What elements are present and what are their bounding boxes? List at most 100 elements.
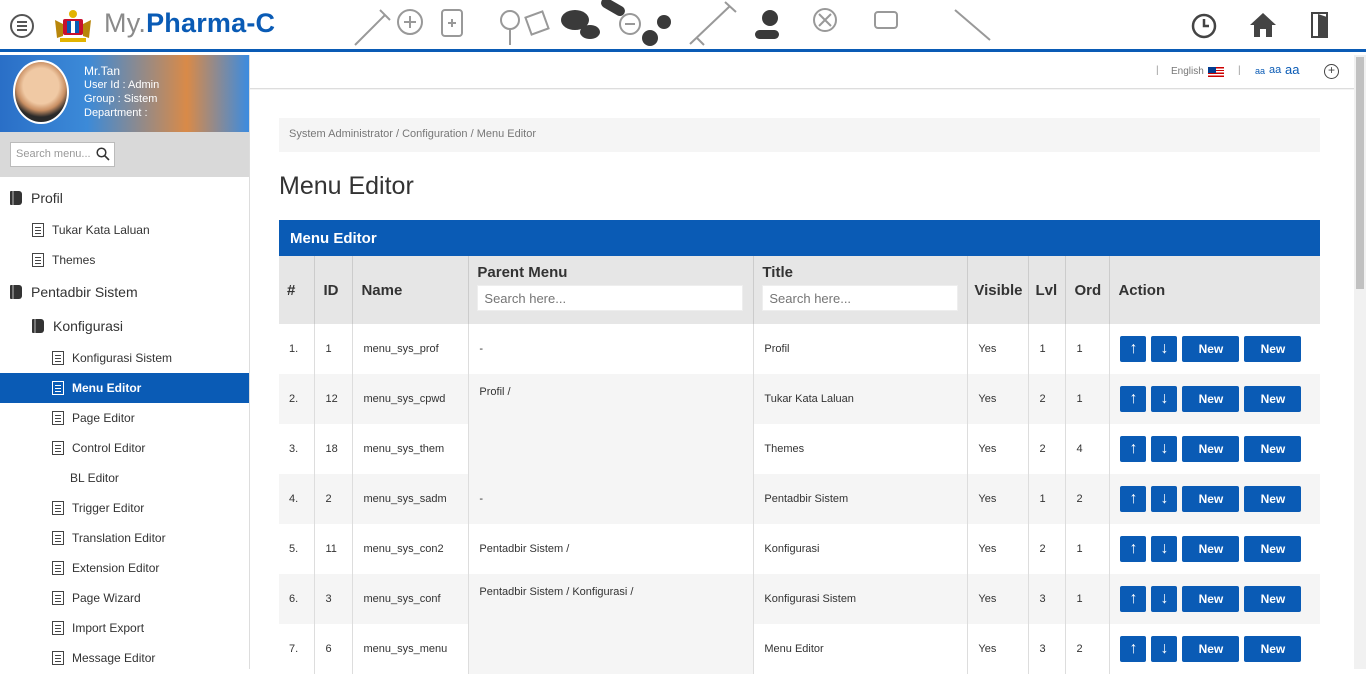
cell-action: ↑ ↓ New New <box>1109 474 1320 524</box>
move-down-button[interactable]: ↓ <box>1151 386 1178 412</box>
new-button[interactable]: New <box>1182 436 1240 462</box>
language-selector[interactable]: English <box>1171 66 1204 77</box>
cell-visible: Yes <box>967 574 1030 624</box>
document-icon <box>52 621 64 635</box>
move-up-button[interactable]: ↑ <box>1120 386 1147 412</box>
move-down-button[interactable]: ↓ <box>1151 436 1178 462</box>
logout-door-icon[interactable] <box>1305 10 1335 40</box>
move-up-button[interactable]: ↑ <box>1120 536 1147 562</box>
move-up-button[interactable]: ↑ <box>1120 636 1147 662</box>
sidebar-item-extension-editor[interactable]: Extension Editor <box>0 553 249 583</box>
new-button[interactable]: New <box>1182 336 1240 362</box>
new-child-button[interactable]: New <box>1244 436 1302 462</box>
sidebar-item-konfigurasi[interactable]: Konfigurasi <box>0 309 249 343</box>
sidebar-item-label: Page Wizard <box>72 591 141 605</box>
search-menu-input[interactable]: Search menu... <box>10 142 115 167</box>
menu-table: # ID Name Parent Menu Title Visible Lvl <box>279 256 1320 674</box>
sidebar-item-tukar-kata-laluan[interactable]: Tukar Kata Laluan <box>0 215 249 245</box>
user-name: Mr.Tan <box>84 64 121 78</box>
new-child-button[interactable]: New <box>1244 586 1302 612</box>
sidebar-item-konfigurasi-sistem[interactable]: Konfigurasi Sistem <box>0 343 249 373</box>
cell-id: 11 <box>314 524 354 574</box>
new-button[interactable]: New <box>1182 636 1240 662</box>
cell-num: 3. <box>279 424 316 474</box>
move-down-button[interactable]: ↓ <box>1151 486 1178 512</box>
col-ord: Ord <box>1065 256 1111 324</box>
sidebar-item-menu-editor[interactable]: Menu Editor <box>0 373 249 403</box>
font-size-medium[interactable]: aa <box>1269 64 1281 76</box>
new-child-button[interactable]: New <box>1244 336 1302 362</box>
new-button[interactable]: New <box>1182 486 1240 512</box>
move-down-button[interactable]: ↓ <box>1151 586 1178 612</box>
sidebar-item-label: Menu Editor <box>72 381 142 395</box>
sidebar-item-bl-editor[interactable]: BL Editor <box>0 463 249 493</box>
move-up-button[interactable]: ↑ <box>1120 436 1147 462</box>
sidebar-item-trigger-editor[interactable]: Trigger Editor <box>0 493 249 523</box>
sidebar-item-label: Message Editor <box>72 651 156 665</box>
new-child-button[interactable]: New <box>1244 486 1302 512</box>
sidebar-item-page-editor[interactable]: Page Editor <box>0 403 249 433</box>
cell-ord: 1 <box>1065 324 1111 374</box>
cell-lvl: 2 <box>1028 424 1067 474</box>
title-search-input[interactable] <box>762 285 959 311</box>
font-size-large[interactable]: aa <box>1285 62 1299 77</box>
col-parent-menu: Parent Menu <box>468 256 755 324</box>
move-up-button[interactable]: ↑ <box>1120 336 1147 362</box>
sidebar-item-import-export[interactable]: Import Export <box>0 613 249 643</box>
document-icon <box>52 441 64 455</box>
sidebar-item-profil[interactable]: Profil <box>0 181 249 215</box>
sidebar-item-page-wizard[interactable]: Page Wizard <box>0 583 249 613</box>
cell-title: Menu Editor <box>753 624 969 674</box>
main-area: | English | aa aa aa + System Administra… <box>250 55 1366 674</box>
font-size-small[interactable]: aa <box>1255 66 1265 76</box>
scrollbar[interactable] <box>1354 55 1366 669</box>
new-button[interactable]: New <box>1182 386 1240 412</box>
new-child-button[interactable]: New <box>1244 636 1302 662</box>
cell-visible: Yes <box>967 374 1030 424</box>
move-up-button[interactable]: ↑ <box>1120 486 1147 512</box>
sidebar-item-themes[interactable]: Themes <box>0 245 249 275</box>
history-clock-icon[interactable] <box>1189 11 1219 41</box>
language-bar: | English | aa aa aa + <box>250 55 1354 89</box>
document-icon <box>52 501 64 515</box>
sidebar-item-pentadbir-sistem[interactable]: Pentadbir Sistem <box>0 275 249 309</box>
sidebar-item-label: Control Editor <box>72 441 146 455</box>
move-down-button[interactable]: ↓ <box>1151 636 1178 662</box>
sidebar-item-label: Konfigurasi <box>53 318 124 334</box>
scrollbar-thumb[interactable] <box>1356 57 1364 289</box>
user-id: User Id : Admin <box>84 79 160 91</box>
sidebar-item-control-editor[interactable]: Control Editor <box>0 433 249 463</box>
col-name: Name <box>352 256 470 324</box>
document-icon <box>52 411 64 425</box>
new-button[interactable]: New <box>1182 586 1240 612</box>
new-button[interactable]: New <box>1182 536 1240 562</box>
add-circle-icon[interactable]: + <box>1324 64 1339 79</box>
document-icon <box>52 381 64 395</box>
parent-menu-search-input[interactable] <box>477 285 744 311</box>
menu-toggle-icon[interactable] <box>10 14 34 38</box>
user-group: Group : Sistem <box>84 93 158 105</box>
new-child-button[interactable]: New <box>1244 536 1302 562</box>
cell-action: ↑ ↓ New New <box>1109 524 1320 574</box>
cell-id: 18 <box>314 424 354 474</box>
cell-action: ↑ ↓ New New <box>1109 624 1320 674</box>
new-child-button[interactable]: New <box>1244 386 1302 412</box>
cell-ord: 1 <box>1065 524 1111 574</box>
cell-num: 5. <box>279 524 316 574</box>
move-down-button[interactable]: ↓ <box>1151 336 1178 362</box>
avatar <box>13 60 69 124</box>
cell-name: menu_sys_prof <box>352 324 470 374</box>
cell-title: Konfigurasi <box>753 524 969 574</box>
home-icon[interactable] <box>1248 10 1278 40</box>
search-icon[interactable] <box>96 147 110 161</box>
cell-visible: Yes <box>967 624 1030 674</box>
user-profile-card: Mr.Tan User Id : Admin Group : Sistem De… <box>0 55 249 132</box>
us-flag-icon[interactable] <box>1208 67 1224 77</box>
cell-action: ↑ ↓ New New <box>1109 424 1320 474</box>
sidebar-item-translation-editor[interactable]: Translation Editor <box>0 523 249 553</box>
move-up-button[interactable]: ↑ <box>1120 586 1147 612</box>
cell-title: Themes <box>753 424 969 474</box>
cell-action: ↑ ↓ New New <box>1109 374 1320 424</box>
move-down-button[interactable]: ↓ <box>1151 536 1178 562</box>
table-row: 1. 1 menu_sys_prof - Profil Yes 1 1 ↑ ↓ New New <box>279 324 1320 374</box>
